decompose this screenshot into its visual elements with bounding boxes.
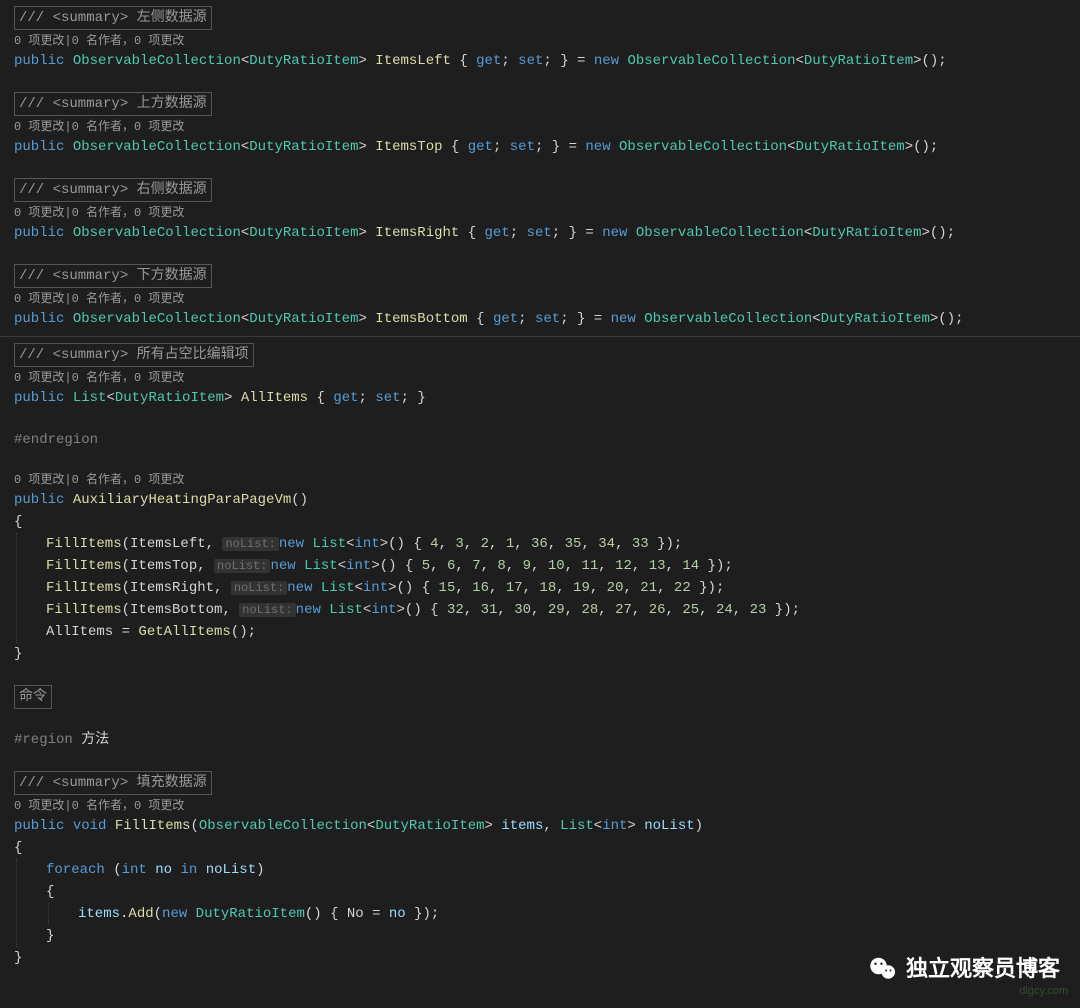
collapsed-region[interactable]: 命令: [14, 685, 52, 709]
xml-doc-summary: /// <summary> 所有占空比编辑项: [14, 343, 254, 367]
brace-open: {: [14, 837, 1080, 859]
brace-close: }: [46, 925, 1080, 947]
codelens[interactable]: 0 项更改|0 名作者，0 项更改: [14, 290, 1080, 308]
code-line[interactable]: AllItems = GetAllItems();: [46, 621, 1080, 643]
property-block-top: /// <summary> 上方数据源 0 项更改|0 名作者，0 项更改 pu…: [14, 92, 1080, 158]
inlay-hint: noList:: [231, 581, 287, 595]
inlay-hint: noList:: [214, 559, 270, 573]
codelens[interactable]: 0 项更改|0 名作者，0 项更改: [14, 797, 1080, 815]
code-line[interactable]: FillItems(ItemsTop, noList:new List<int>…: [46, 555, 1080, 577]
xml-doc-summary: /// <summary> 填充数据源: [14, 771, 212, 795]
code-line[interactable]: public ObservableCollection<DutyRatioIte…: [14, 222, 1080, 244]
wechat-icon: [868, 954, 898, 984]
code-line[interactable]: FillItems(ItemsBottom, noList:new List<i…: [46, 599, 1080, 621]
property-block-bottom: /// <summary> 下方数据源 0 项更改|0 名作者，0 项更改 pu…: [14, 264, 1080, 330]
inlay-hint: noList:: [239, 603, 295, 617]
brace-open: {: [46, 881, 1080, 903]
inlay-hint: noList:: [222, 537, 278, 551]
method-block-fillitems: /// <summary> 填充数据源 0 项更改|0 名作者，0 项更改 pu…: [14, 771, 1080, 969]
property-block-left: /// <summary> 左侧数据源 0 项更改|0 名作者，0 项更改 pu…: [14, 6, 1080, 72]
xml-doc-summary: /// <summary> 左侧数据源: [14, 6, 212, 30]
code-line[interactable]: FillItems(ItemsLeft, noList:new List<int…: [46, 533, 1080, 555]
brace-open: {: [14, 511, 1080, 533]
code-line[interactable]: public ObservableCollection<DutyRatioIte…: [14, 50, 1080, 72]
code-line[interactable]: public ObservableCollection<DutyRatioIte…: [14, 308, 1080, 330]
code-line[interactable]: public void FillItems(ObservableCollecti…: [14, 815, 1080, 837]
xml-doc-summary: /// <summary> 下方数据源: [14, 264, 212, 288]
code-editor[interactable]: /// <summary> 左侧数据源 0 项更改|0 名作者，0 项更改 pu…: [0, 0, 1080, 969]
watermark-text: 独立观察员博客: [906, 958, 1060, 980]
property-block-right: /// <summary> 右侧数据源 0 项更改|0 名作者，0 项更改 pu…: [14, 178, 1080, 244]
constructor-block: 0 项更改|0 名作者，0 项更改 public AuxiliaryHeatin…: [14, 471, 1080, 665]
domain-watermark: dlgcy.com: [1019, 980, 1068, 1002]
code-line[interactable]: items.Add(new DutyRatioItem() { No = no …: [78, 903, 1080, 925]
code-line[interactable]: foreach (int no in noList): [46, 859, 1080, 881]
xml-doc-summary: /// <summary> 上方数据源: [14, 92, 212, 116]
code-line[interactable]: public List<DutyRatioItem> AllItems { ge…: [14, 387, 1080, 409]
code-line[interactable]: public ObservableCollection<DutyRatioIte…: [14, 136, 1080, 158]
codelens[interactable]: 0 项更改|0 名作者，0 项更改: [14, 204, 1080, 222]
xml-doc-summary: /// <summary> 右侧数据源: [14, 178, 212, 202]
code-line[interactable]: public AuxiliaryHeatingParaPageVm(): [14, 489, 1080, 511]
property-block-all: /// <summary> 所有占空比编辑项 0 项更改|0 名作者，0 项更改…: [14, 343, 1080, 409]
codelens[interactable]: 0 项更改|0 名作者，0 项更改: [14, 118, 1080, 136]
region-methods[interactable]: #region 方法: [14, 729, 1080, 751]
brace-close: }: [14, 643, 1080, 665]
codelens[interactable]: 0 项更改|0 名作者，0 项更改: [14, 471, 1080, 489]
separator: [0, 336, 1080, 337]
codelens[interactable]: 0 项更改|0 名作者，0 项更改: [14, 369, 1080, 387]
code-line[interactable]: FillItems(ItemsRight, noList:new List<in…: [46, 577, 1080, 599]
codelens[interactable]: 0 项更改|0 名作者，0 项更改: [14, 32, 1080, 50]
endregion[interactable]: #endregion: [14, 429, 1080, 451]
